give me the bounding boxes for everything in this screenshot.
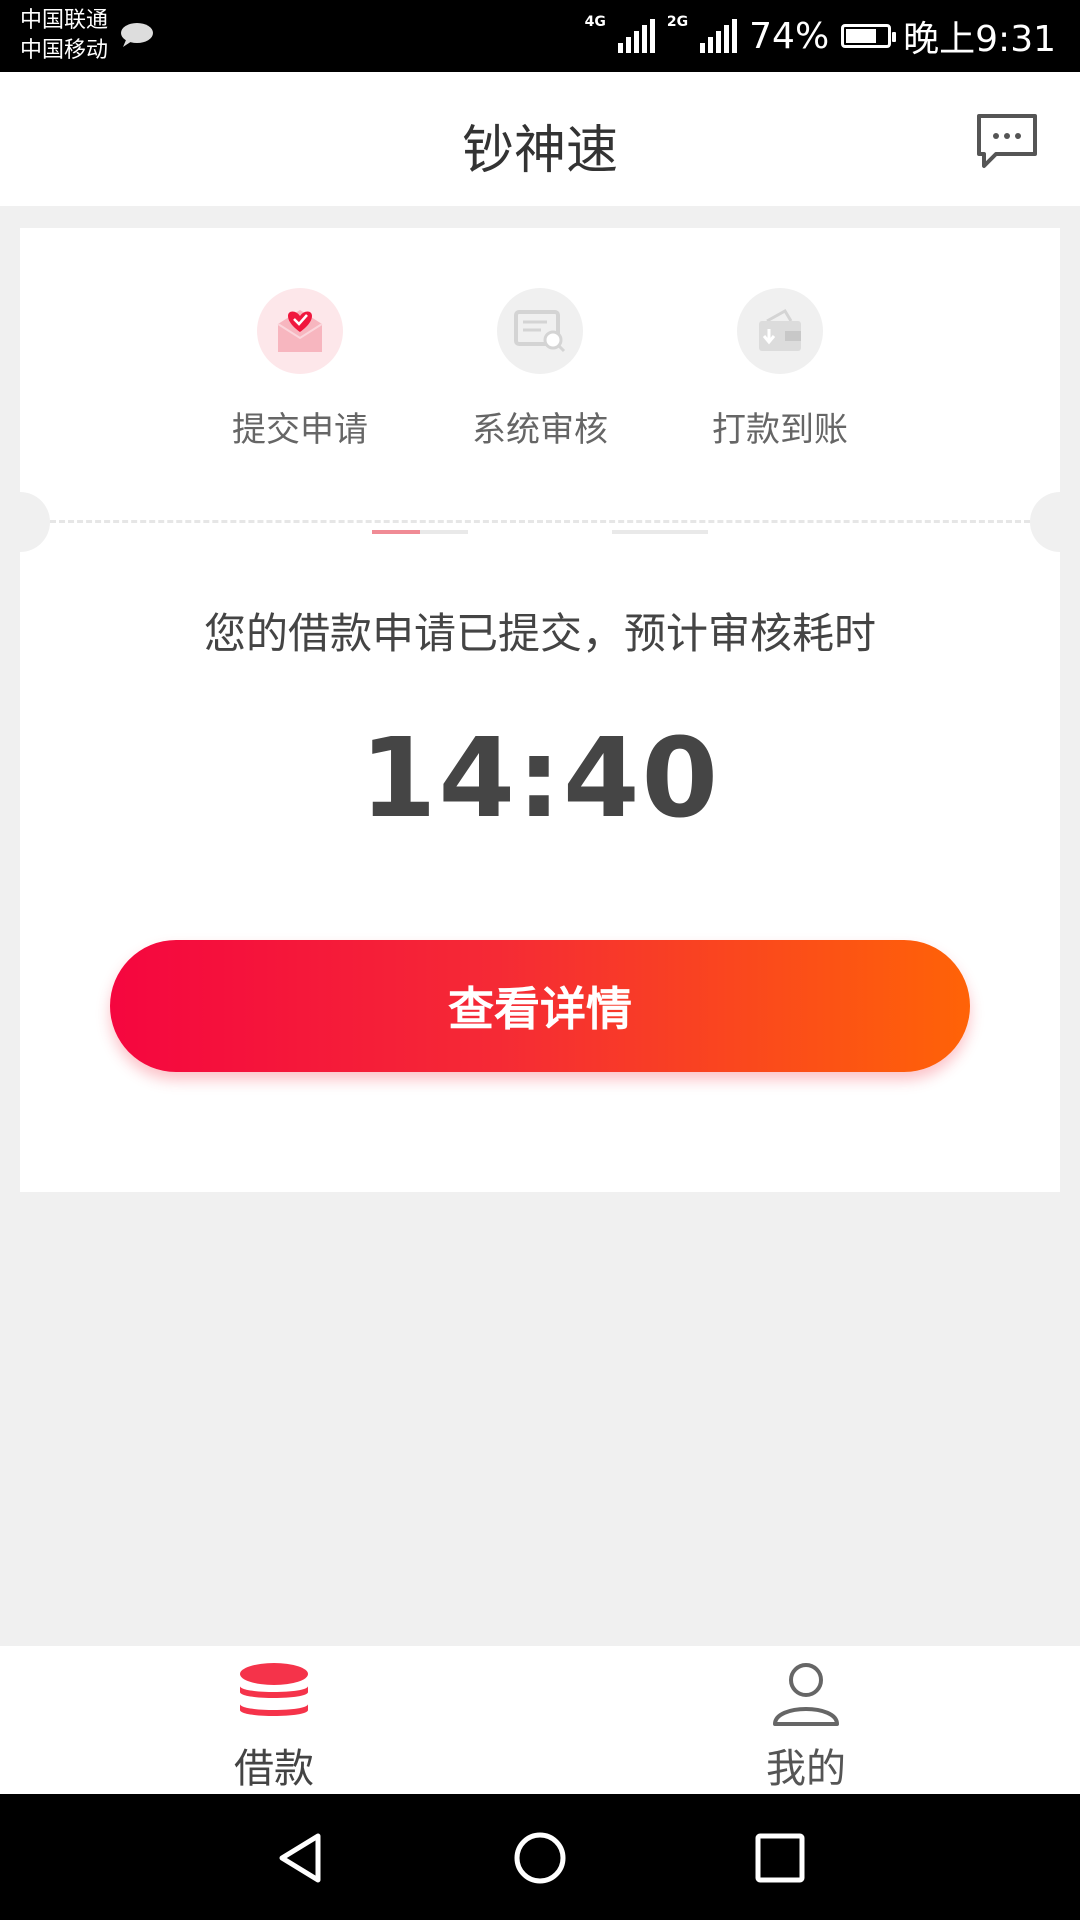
network-type-2: 2G <box>666 14 689 30</box>
tab-loan[interactable]: 借款 <box>174 1660 374 1794</box>
step-review: 系统审核 <box>450 288 630 451</box>
step-submit-label: 提交申请 <box>232 410 368 450</box>
back-icon[interactable] <box>272 1830 328 1886</box>
carrier-2: 中国移动 <box>20 38 109 63</box>
clock: 晚上9:31 <box>903 19 1056 60</box>
countdown-timer: 14:40 <box>359 714 721 842</box>
step-payout-label: 打款到账 <box>712 410 848 450</box>
page-title: 钞神速 <box>461 121 618 181</box>
user-icon <box>773 1663 839 1726</box>
card-notch-right <box>1030 492 1080 552</box>
system-nav-bar <box>0 1794 1080 1920</box>
status-card: 提交申请 系统审核 打款到账 您的借款申请已提交，预计审核耗时 14:40 查看… <box>0 228 1080 1192</box>
signal-1-icon <box>617 19 655 53</box>
network-type-1: 4G <box>584 14 606 30</box>
document-search-icon <box>514 310 566 353</box>
step-connector-1-progress <box>372 530 420 534</box>
step-review-circle <box>497 288 583 374</box>
step-connector-1 <box>372 530 468 534</box>
screen: 中国联通 中国移动 4G 2G 74% 晚上9:31 钞神速 提交申请 系统审核… <box>0 0 1080 1920</box>
battery-percent: 74% <box>749 15 830 57</box>
step-submit-circle <box>257 288 343 374</box>
tab-mine[interactable]: 我的 <box>706 1660 906 1794</box>
step-payout-circle <box>737 288 823 374</box>
step-connector-2 <box>612 530 708 534</box>
view-details-button[interactable]: 查看详情 <box>110 940 970 1072</box>
signal-2-icon <box>700 19 738 53</box>
home-icon[interactable] <box>512 1830 568 1886</box>
recents-icon[interactable] <box>752 1830 808 1886</box>
tab-loan-label: 借款 <box>234 1746 314 1792</box>
bottom-tab-bar: 借款 我的 <box>0 1646 1080 1794</box>
wallet-icon <box>759 308 801 351</box>
card-notch-left <box>0 492 50 552</box>
status-bar: 中国联通 中国移动 4G 2G 74% 晚上9:31 <box>0 0 1080 72</box>
envelope-heart-icon <box>277 310 323 352</box>
progress-steps: 提交申请 系统审核 打款到账 <box>20 288 1060 451</box>
card-divider <box>50 520 1030 523</box>
step-submit: 提交申请 <box>210 288 390 451</box>
coin-stack-icon <box>240 1663 308 1716</box>
battery-icon <box>841 24 897 48</box>
submission-notice: 您的借款申请已提交，预计审核耗时 <box>203 609 876 658</box>
carrier-1: 中国联通 <box>20 8 109 33</box>
battery-fill <box>846 29 876 43</box>
tab-mine-label: 我的 <box>766 1746 846 1792</box>
status-indicators: 4G 2G 74% 晚上9:31 <box>585 10 1056 62</box>
carrier-info: 中国联通 中国移动 <box>20 6 108 66</box>
step-review-label: 系统审核 <box>472 410 608 450</box>
app-header: 钞神速 <box>0 72 1080 206</box>
chat-bubble-icon[interactable] <box>974 112 1040 170</box>
step-payout: 打款到账 <box>690 288 870 451</box>
message-notification-icon <box>121 23 153 47</box>
